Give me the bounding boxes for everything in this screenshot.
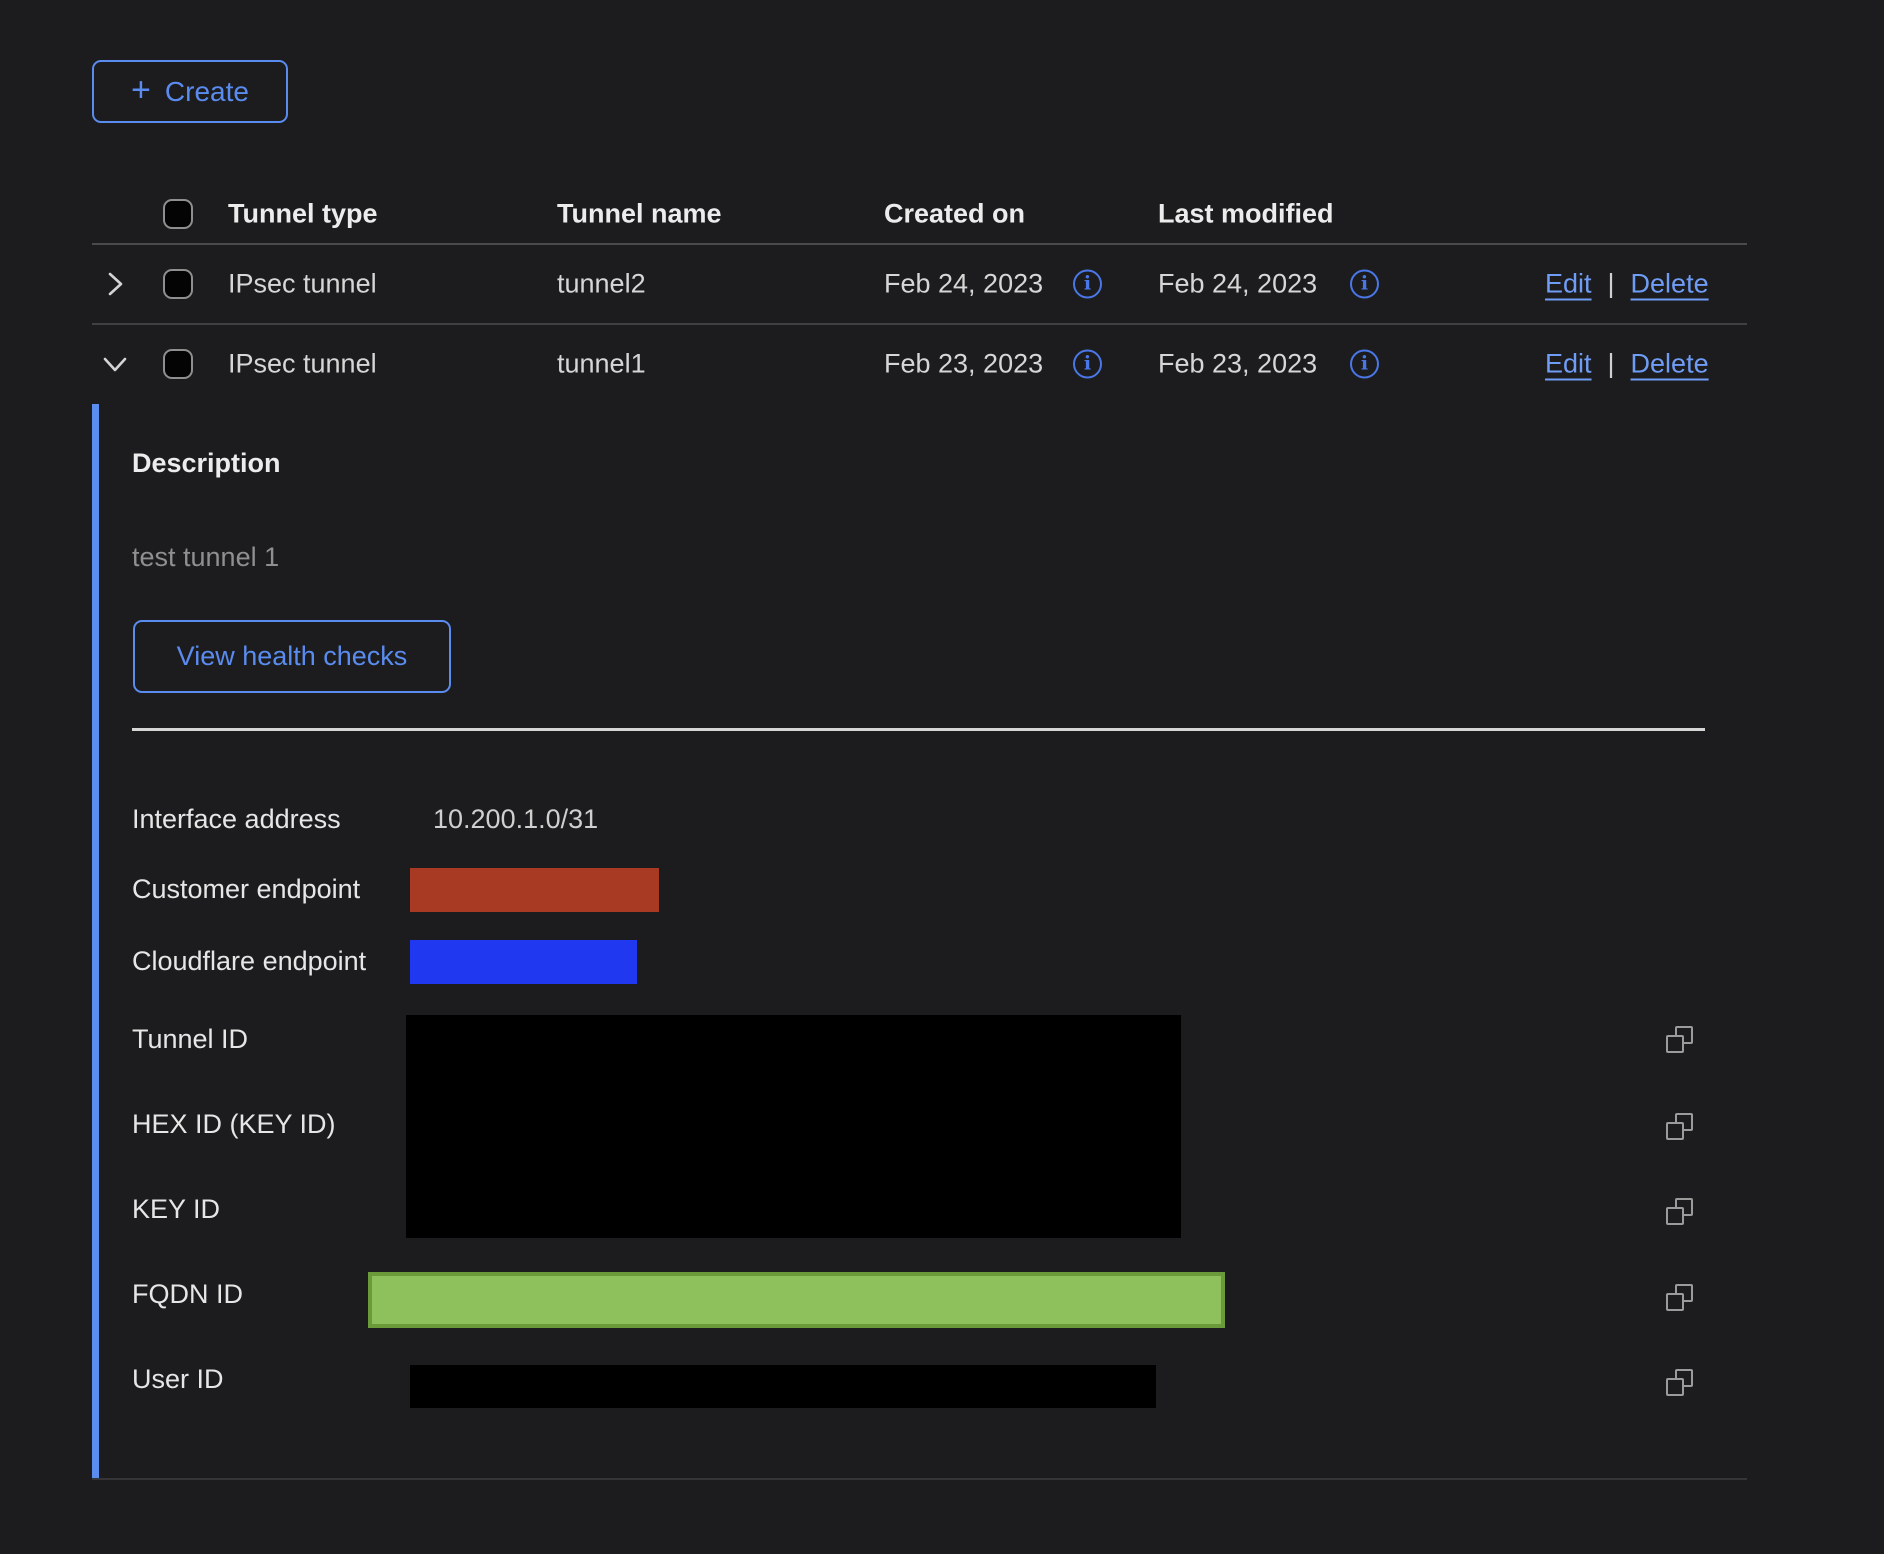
- chevron-right-icon[interactable]: [100, 269, 130, 299]
- chevron-down-icon[interactable]: [100, 349, 130, 379]
- table-header-row: Tunnel type Tunnel name Created on Last …: [0, 185, 1884, 243]
- expanded-row-accent-border: [92, 404, 99, 1478]
- plus-icon: +: [131, 73, 151, 107]
- edit-link[interactable]: Edit: [1545, 348, 1592, 379]
- row-actions: Edit | Delete: [1545, 268, 1709, 299]
- actions-separator: |: [1608, 268, 1615, 299]
- create-button-label: Create: [165, 76, 249, 108]
- copy-icon-front: [1666, 1293, 1684, 1311]
- cloudflare-endpoint-label: Cloudflare endpoint: [132, 946, 366, 977]
- actions-separator: |: [1608, 348, 1615, 379]
- copy-icon[interactable]: [1666, 1369, 1693, 1396]
- interface-address-value: 10.200.1.0/31: [433, 804, 598, 835]
- info-icon[interactable]: i: [1350, 349, 1379, 378]
- user-id-label: User ID: [132, 1364, 224, 1395]
- select-all-checkbox[interactable]: [163, 199, 193, 229]
- tunnel-type-value: IPsec tunnel: [228, 268, 377, 299]
- tunnel-name-value: tunnel2: [557, 268, 646, 299]
- row-checkbox[interactable]: [163, 349, 193, 379]
- edit-link[interactable]: Edit: [1545, 268, 1592, 299]
- fqdn-id-label: FQDN ID: [132, 1279, 243, 1310]
- copy-icon-front: [1666, 1207, 1684, 1225]
- header-last-modified: Last modified: [1158, 199, 1334, 230]
- info-icon[interactable]: i: [1073, 269, 1102, 298]
- delete-link[interactable]: Delete: [1631, 268, 1709, 299]
- row-actions: Edit | Delete: [1545, 348, 1709, 379]
- tunnel-type-value: IPsec tunnel: [228, 348, 377, 379]
- header-tunnel-type: Tunnel type: [228, 199, 378, 230]
- description-label: Description: [132, 448, 281, 479]
- created-on-value: Feb 23, 2023: [884, 348, 1043, 379]
- section-divider: [132, 728, 1705, 731]
- tunnel-id-label: Tunnel ID: [132, 1024, 248, 1055]
- copy-icon-front: [1666, 1035, 1684, 1053]
- copy-icon[interactable]: [1666, 1113, 1693, 1140]
- copy-icon[interactable]: [1666, 1198, 1693, 1225]
- customer-endpoint-redacted-value: [410, 868, 659, 912]
- view-health-checks-label: View health checks: [177, 641, 408, 672]
- view-health-checks-button[interactable]: View health checks: [133, 620, 451, 693]
- expanded-row-bottom-divider: [92, 1478, 1747, 1480]
- table-row: IPsec tunnel tunnel2 Feb 24, 2023 i Feb …: [0, 244, 1884, 323]
- info-icon[interactable]: i: [1350, 269, 1379, 298]
- cloudflare-endpoint-redacted-value: [410, 940, 637, 984]
- header-created-on: Created on: [884, 199, 1025, 230]
- last-modified-value: Feb 24, 2023: [1158, 268, 1317, 299]
- created-on-value: Feb 24, 2023: [884, 268, 1043, 299]
- create-button[interactable]: + Create: [92, 60, 288, 123]
- description-value: test tunnel 1: [132, 542, 279, 573]
- table-row-expanded: IPsec tunnel tunnel1 Feb 23, 2023 i Feb …: [0, 324, 1884, 403]
- delete-link[interactable]: Delete: [1631, 348, 1709, 379]
- last-modified-value: Feb 23, 2023: [1158, 348, 1317, 379]
- copy-icon-front: [1666, 1378, 1684, 1396]
- copy-icon-front: [1666, 1122, 1684, 1140]
- copy-icon[interactable]: [1666, 1026, 1693, 1053]
- hex-id-label: HEX ID (KEY ID): [132, 1109, 336, 1140]
- interface-address-label: Interface address: [132, 804, 341, 835]
- ids-redacted-values: [406, 1015, 1181, 1238]
- info-icon[interactable]: i: [1073, 349, 1102, 378]
- row-checkbox[interactable]: [163, 269, 193, 299]
- copy-icon[interactable]: [1666, 1284, 1693, 1311]
- key-id-label: KEY ID: [132, 1194, 220, 1225]
- customer-endpoint-label: Customer endpoint: [132, 874, 360, 905]
- user-id-redacted-value: [410, 1365, 1156, 1408]
- header-tunnel-name: Tunnel name: [557, 199, 722, 230]
- fqdn-id-redacted-value: [368, 1272, 1225, 1328]
- tunnel-name-value: tunnel1: [557, 348, 646, 379]
